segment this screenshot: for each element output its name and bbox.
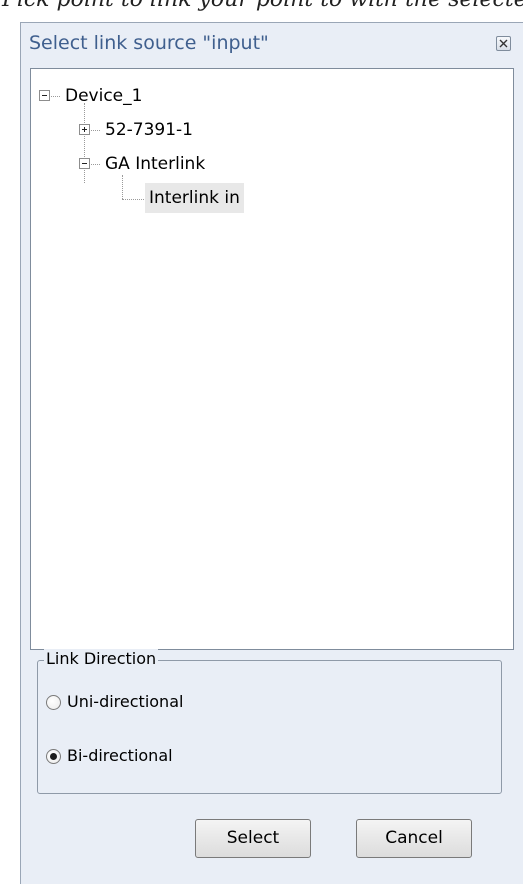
radio-selected-dot [50,753,57,760]
link-source-tree[interactable]: Device_1 52-7391-1 GA Interlink Interlin… [30,68,514,650]
tree-connector [122,199,144,200]
link-direction-group: Link Direction Uni-directional Bi-direct… [37,649,502,794]
cancel-button[interactable]: Cancel [356,819,472,858]
collapse-icon[interactable] [39,90,50,101]
radio-label: Bi-directional [67,746,173,765]
tree-node-ga-interlink[interactable]: GA Interlink [31,149,511,179]
close-icon [499,39,508,48]
background-page-text: Pick point to link your point to with th… [0,0,523,22]
link-direction-title: Link Direction [44,649,159,668]
radio-unchecked-icon[interactable] [46,695,61,710]
tree-node-label: Interlink in [145,183,244,213]
tree-node-52-7391-1[interactable]: 52-7391-1 [31,115,511,145]
tree-connector [91,164,100,165]
select-button[interactable]: Select [195,819,311,858]
radio-label: Uni-directional [67,692,184,711]
expand-icon[interactable] [79,124,90,135]
background-page-text-line: Pick point to link your point to with th… [2,0,523,12]
collapse-icon[interactable] [79,158,90,169]
tree-node-label: GA Interlink [105,154,206,174]
tree-node-label: Device_1 [65,86,143,106]
tree-node-interlink-in[interactable]: Interlink in [31,183,511,213]
select-link-source-dialog: Select link source "input" Device_1 52-7… [20,22,523,884]
tree-node-label: 52-7391-1 [105,120,193,140]
tree-connector [91,130,100,131]
close-button[interactable] [496,36,511,51]
dialog-title-bar[interactable]: Select link source "input" [21,23,522,67]
tree-connector [51,96,60,97]
dialog-title: Select link source "input" [29,32,269,54]
tree-node-device-1[interactable]: Device_1 [31,81,511,111]
radio-checked-icon[interactable] [46,749,61,764]
